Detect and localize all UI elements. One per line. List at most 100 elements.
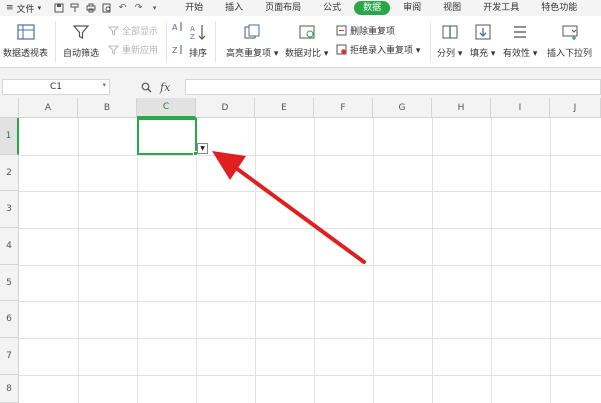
grid-line (432, 118, 433, 403)
reapply-icon (108, 45, 119, 55)
remove-duplicates-button[interactable]: 删除重复项 (336, 24, 395, 37)
file-menu-label: 文件 (16, 4, 35, 15)
row-header-6[interactable]: 6 (0, 301, 19, 338)
tab-view[interactable]: 视图 (432, 1, 472, 15)
ribbon-data: 数据透视表 自动筛选 全部显示 重新应用 A Z A Z 排序 高亮重复项 ▾ … (0, 16, 601, 68)
reapply-button[interactable]: 重新应用 (108, 43, 158, 56)
hamburger-icon: ≡ (6, 3, 14, 13)
active-cell-c1[interactable] (137, 118, 197, 155)
reject-duplicates-button[interactable]: 拒绝录入重复项 ▾ (336, 43, 420, 56)
grid-line (19, 338, 601, 339)
show-all-label: 全部显示 (122, 27, 159, 37)
validation-button[interactable]: 有效性 ▾ (503, 16, 537, 59)
zoom-search-icon[interactable] (141, 82, 152, 93)
grid-line (19, 228, 601, 229)
split-column-label: 分列 ▾ (437, 49, 463, 59)
save-icon[interactable] (53, 3, 64, 14)
chevron-down-icon[interactable]: ▾ (149, 3, 160, 14)
column-header-i[interactable]: I (491, 98, 550, 118)
print-preview-icon[interactable] (101, 3, 112, 14)
row-header-7[interactable]: 7 (0, 338, 19, 375)
sort-icon: A Z (190, 25, 206, 41)
row-header-5[interactable]: 5 (0, 265, 19, 301)
chevron-down-icon: ▼ (200, 145, 205, 152)
column-header-c[interactable]: C (137, 98, 196, 118)
grid-line (19, 191, 601, 192)
split-column-icon (442, 25, 458, 39)
select-all-corner[interactable] (0, 98, 19, 118)
row-header-1[interactable]: 1 (0, 118, 19, 155)
sort-ascending-button[interactable]: A (172, 21, 183, 32)
name-box[interactable]: C1 ▾ (2, 79, 110, 95)
cell-dropdown-button[interactable]: ▼ (197, 143, 208, 154)
ribbon-separator (55, 22, 56, 62)
split-column-button[interactable]: 分列 ▾ (437, 16, 462, 59)
grid-line (137, 118, 138, 403)
data-compare-label: 数据对比 ▾ (285, 49, 329, 59)
format-painter-icon[interactable] (69, 3, 80, 14)
row-header-8[interactable]: 8 (0, 375, 19, 403)
row-header-2[interactable]: 2 (0, 155, 19, 191)
svg-text:A: A (172, 23, 178, 32)
reject-duplicates-icon (336, 44, 347, 55)
column-header-g[interactable]: G (373, 98, 432, 118)
grid-line (255, 118, 256, 403)
grid-line (314, 118, 315, 403)
column-header-a[interactable]: A (19, 98, 78, 118)
grid-line (196, 118, 197, 403)
pivot-table-button[interactable]: 数据透视表 (3, 16, 48, 59)
redo-icon[interactable]: ↷ (133, 3, 144, 14)
column-header-d[interactable]: D (196, 98, 255, 118)
grid-line (373, 118, 374, 403)
undo-icon[interactable]: ↶ (117, 3, 128, 14)
auto-filter-button[interactable]: 自动筛选 (63, 16, 99, 59)
show-all-icon (108, 26, 119, 36)
menu-bar: ≡ 文件 ▾ ↶ ↷ ▾ 开始 插入 页面布局 公式 数据 审阅 视图 开发工具… (0, 0, 601, 16)
tab-special-features[interactable]: 特色功能 (530, 1, 588, 15)
insert-dropdown-list-button[interactable]: 插入下拉列 (547, 16, 592, 59)
tab-review[interactable]: 审阅 (392, 1, 432, 15)
formula-input[interactable] (185, 79, 601, 95)
grid-line (19, 301, 601, 302)
sort-descending-button[interactable]: Z (172, 44, 183, 55)
tab-formulas[interactable]: 公式 (312, 1, 352, 15)
auto-filter-label: 自动筛选 (63, 49, 100, 59)
tab-insert[interactable]: 插入 (214, 1, 254, 15)
grid-line (19, 155, 601, 156)
show-all-button[interactable]: 全部显示 (108, 24, 158, 37)
insert-dropdown-list-label: 插入下拉列 (547, 49, 593, 59)
remove-duplicates-icon (336, 25, 347, 36)
column-header-h[interactable]: H (432, 98, 491, 118)
file-menu[interactable]: ≡ 文件 ▾ (0, 2, 41, 15)
tab-home[interactable]: 开始 (174, 1, 214, 15)
tab-page-layout[interactable]: 页面布局 (254, 1, 312, 15)
sort-ascending-icon: A (172, 22, 182, 32)
chevron-down-icon[interactable]: ▾ (102, 81, 106, 89)
highlight-duplicates-button[interactable]: 高亮重复项 ▾ (226, 16, 278, 59)
tab-data[interactable]: 数据 (354, 1, 391, 15)
grid-line (19, 265, 601, 266)
fill-icon (475, 24, 491, 40)
menu-tabs: 开始 插入 页面布局 公式 数据 审阅 视图 开发工具 特色功能 (174, 1, 588, 15)
fill-button[interactable]: 填充 ▾ (470, 16, 495, 59)
row-header-3[interactable]: 3 (0, 191, 19, 228)
tab-developer[interactable]: 开发工具 (472, 1, 530, 15)
column-header-b[interactable]: B (78, 98, 137, 118)
column-header-j[interactable]: J (550, 98, 601, 118)
print-icon[interactable] (85, 3, 96, 14)
remove-duplicates-label: 删除重复项 (350, 27, 396, 37)
grid-line (550, 118, 551, 403)
reject-duplicates-label: 拒绝录入重复项 ▾ (350, 46, 421, 56)
column-header-f[interactable]: F (314, 98, 373, 118)
reapply-label: 重新应用 (122, 46, 159, 56)
sort-button[interactable]: A Z 排序 (189, 16, 207, 59)
ribbon-separator (166, 22, 167, 62)
validation-icon (514, 26, 527, 38)
filter-icon (72, 25, 90, 39)
data-compare-button[interactable]: 数据对比 ▾ (285, 16, 328, 59)
column-header-e[interactable]: E (255, 98, 314, 118)
svg-text:Z: Z (190, 33, 195, 41)
row-header-4[interactable]: 4 (0, 228, 19, 265)
insert-function-icon[interactable]: fx (160, 81, 170, 94)
data-compare-icon (299, 25, 315, 39)
